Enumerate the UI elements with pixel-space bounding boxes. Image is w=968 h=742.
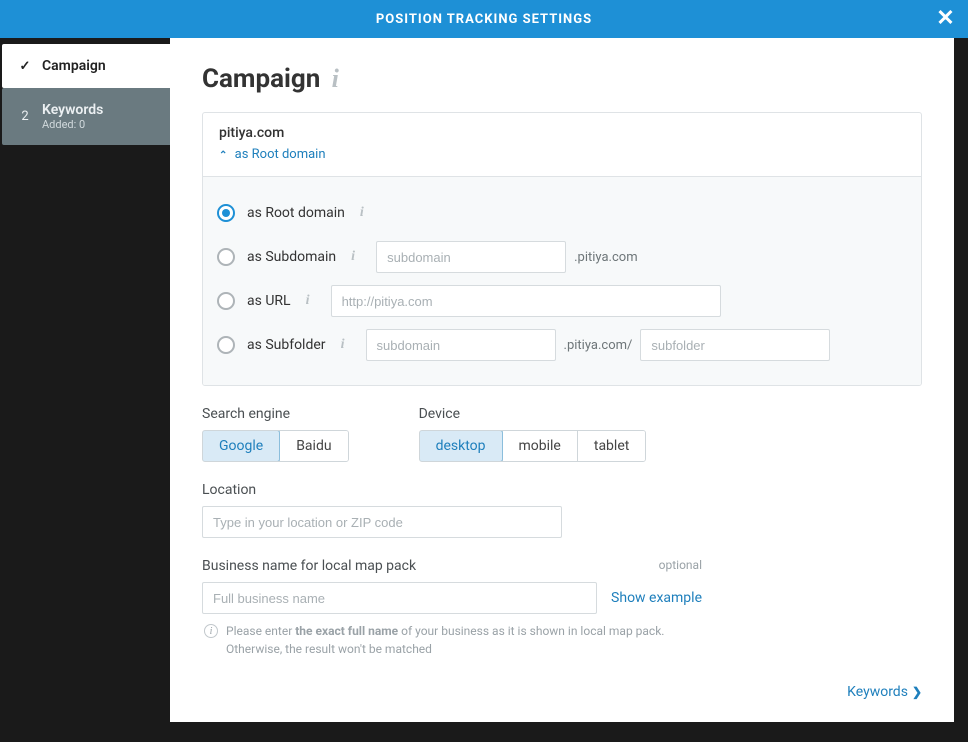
engine-google[interactable]: Google (202, 430, 280, 462)
business-label-text: Business name for local map pack (202, 558, 416, 574)
domain-name: pitiya.com (219, 125, 905, 141)
main-panel: Campaign i pitiya.com ⌃ as Root domain a… (170, 38, 954, 722)
domain-suffix-slash: .pitiya.com/ (564, 338, 633, 353)
step-label: Campaign (42, 58, 106, 74)
radio-subfolder[interactable] (217, 336, 235, 354)
radio-label: as Subfolder (247, 337, 326, 353)
device-label: Device (419, 406, 647, 422)
search-engine-group: Google Baidu (202, 430, 349, 462)
device-mobile[interactable]: mobile (502, 431, 577, 461)
modal-title: POSITION TRACKING SETTINGS (376, 12, 592, 27)
step-number: 2 (16, 109, 34, 124)
engine-device-row: Search engine Google Baidu Device deskto… (202, 406, 922, 462)
info-icon: i (204, 624, 218, 638)
domain-card: pitiya.com ⌃ as Root domain as Root doma… (202, 112, 922, 386)
option-subfolder: as Subfolder i .pitiya.com/ (217, 323, 907, 367)
business-block: Business name for local map pack optiona… (202, 558, 702, 658)
info-icon[interactable]: i (336, 337, 350, 353)
url-input[interactable] (331, 285, 721, 317)
next-label: Keywords (847, 684, 908, 700)
step-campaign[interactable]: ✓ Campaign (2, 44, 172, 88)
hint-pre: Please enter (226, 624, 295, 638)
page-title-text: Campaign (202, 64, 320, 94)
subdomain-input[interactable] (376, 241, 566, 273)
location-input[interactable] (202, 506, 562, 538)
engine-baidu[interactable]: Baidu (279, 431, 347, 461)
domain-collapse-toggle[interactable]: ⌃ as Root domain (219, 147, 905, 162)
radio-root-domain[interactable] (217, 204, 235, 222)
toggle-prefix: as (235, 147, 252, 162)
radio-url[interactable] (217, 292, 235, 310)
step-sublabel: Added: 0 (42, 118, 103, 131)
modal-header: POSITION TRACKING SETTINGS ✕ (0, 0, 968, 38)
domain-suffix: .pitiya.com (574, 250, 637, 265)
device-block: Device desktop mobile tablet (419, 406, 647, 462)
domain-options: as Root domain i as Subdomain i .pitiya.… (203, 176, 921, 385)
info-icon[interactable]: i (328, 64, 342, 94)
page-title: Campaign i (202, 64, 922, 94)
device-desktop[interactable]: desktop (419, 430, 503, 462)
business-name-input[interactable] (202, 582, 597, 614)
location-block: Location (202, 482, 922, 538)
info-icon[interactable]: i (346, 249, 360, 265)
chevron-up-icon: ⌃ (219, 150, 227, 161)
search-engine-block: Search engine Google Baidu (202, 406, 349, 462)
next-keywords-link[interactable]: Keywords ❯ (847, 684, 922, 700)
location-label: Location (202, 482, 922, 498)
device-tablet[interactable]: tablet (577, 431, 645, 461)
optional-badge: optional (659, 558, 702, 572)
radio-label: as Subdomain (247, 249, 336, 265)
chevron-right-icon: ❯ (912, 685, 922, 699)
device-group: desktop mobile tablet (419, 430, 647, 462)
subfolder-subdomain-input[interactable] (366, 329, 556, 361)
close-icon[interactable]: ✕ (934, 7, 958, 31)
search-engine-label: Search engine (202, 406, 349, 422)
business-label: Business name for local map pack optiona… (202, 558, 702, 574)
step-label: Keywords (42, 102, 103, 118)
step-keywords[interactable]: 2 Keywords Added: 0 (2, 88, 172, 145)
option-root-domain: as Root domain i (217, 191, 907, 235)
info-icon[interactable]: i (355, 205, 369, 221)
domain-head: pitiya.com ⌃ as Root domain (203, 113, 921, 176)
option-subdomain: as Subdomain i .pitiya.com (217, 235, 907, 279)
radio-label: as Root domain (247, 205, 345, 221)
option-url: as URL i (217, 279, 907, 323)
step-label-wrap: Keywords Added: 0 (42, 102, 103, 131)
radio-subdomain[interactable] (217, 248, 235, 266)
subfolder-input[interactable] (640, 329, 830, 361)
business-hint: i Please enter the exact full name of yo… (202, 622, 702, 658)
radio-label: as URL (247, 293, 291, 309)
wizard-steps: ✓ Campaign 2 Keywords Added: 0 (2, 44, 172, 145)
hint-text: Please enter the exact full name of your… (226, 622, 702, 658)
toggle-mode: Root domain (252, 147, 326, 162)
check-icon: ✓ (16, 59, 34, 74)
show-example-link[interactable]: Show example (611, 590, 702, 606)
hint-bold: the exact full name (295, 624, 398, 638)
info-icon[interactable]: i (301, 293, 315, 309)
